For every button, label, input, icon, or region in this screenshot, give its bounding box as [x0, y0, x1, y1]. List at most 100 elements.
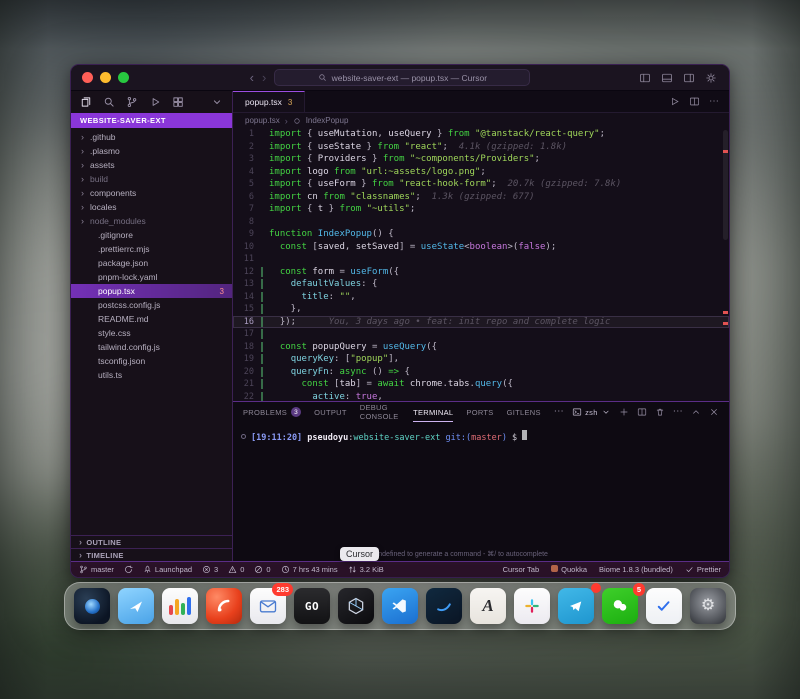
tree-item-popup.tsx[interactable]: popup.tsx3 — [71, 284, 232, 298]
code-editor[interactable]: 1import { useMutation, useQuery } from "… — [233, 128, 729, 401]
code-line[interactable]: 16 }); You, 3 days ago • feat: init repo… — [233, 316, 729, 329]
tree-item-.gitignore[interactable]: .gitignore — [71, 228, 232, 242]
terminal-more-icon[interactable]: ⋯ — [673, 407, 683, 417]
minimize-window-button[interactable] — [100, 72, 111, 83]
status-item-prettier[interactable]: Prettier — [685, 565, 721, 574]
status-item-launchpad[interactable]: Launchpad — [143, 565, 192, 574]
toggle-panel-icon[interactable] — [661, 72, 673, 84]
new-terminal-icon[interactable] — [619, 407, 629, 417]
dock-equalizer-icon[interactable] — [162, 588, 198, 624]
code-line[interactable]: 8 — [233, 216, 729, 229]
code-line[interactable]: 3import { Providers } from "~components/… — [233, 153, 729, 166]
dock-dark-blue-icon[interactable] — [74, 588, 110, 624]
tree-item-node_modules[interactable]: ›node_modules — [71, 214, 232, 228]
chevron-down-icon[interactable] — [211, 96, 223, 108]
code-line[interactable]: 13 defaultValues: { — [233, 278, 729, 291]
tree-item-tsconfig.json[interactable]: tsconfig.json — [71, 354, 232, 368]
panel-tab-gitlens[interactable]: GITLENS — [507, 402, 541, 422]
panel-more-icon[interactable]: ⋯ — [554, 407, 564, 417]
toggle-sidebar-right-icon[interactable] — [683, 72, 695, 84]
dock-cursor-icon[interactable] — [338, 588, 374, 624]
close-panel-icon[interactable] — [709, 407, 719, 417]
panel-tab-ports[interactable]: PORTS — [466, 402, 493, 422]
code-line[interactable]: 21 const [tab] = await chrome.tabs.query… — [233, 378, 729, 391]
tree-item-components[interactable]: ›components — [71, 186, 232, 200]
project-header[interactable]: WEBSITE-SAVER-EXT — [71, 113, 232, 128]
shell-selector[interactable]: zsh — [572, 407, 611, 417]
split-editor-icon[interactable] — [689, 96, 700, 107]
dock-mail-icon[interactable]: 283 — [250, 588, 286, 624]
code-line[interactable]: 5import { useForm } from "react-hook-for… — [233, 178, 729, 191]
code-line[interactable]: 12 const form = useForm({ — [233, 266, 729, 279]
status-item-3-2-kib[interactable]: 3.2 KiB — [348, 565, 384, 574]
panel-tab-terminal[interactable]: TERMINAL — [413, 402, 453, 422]
status-item-cursor-tab[interactable]: Cursor Tab — [503, 565, 540, 574]
status-item-0[interactable]: 0 — [254, 565, 270, 574]
code-line[interactable]: 1import { useMutation, useQuery } from "… — [233, 128, 729, 141]
editor-scrollbar[interactable] — [723, 130, 728, 240]
extensions-icon[interactable] — [172, 96, 184, 108]
source-control-icon[interactable] — [126, 96, 138, 108]
tree-item-README.md[interactable]: README.md — [71, 312, 232, 326]
code-line[interactable]: 18 const popupQuery = useQuery({ — [233, 341, 729, 354]
code-line[interactable]: 6import cn from "classnames"; 1.3k (gzip… — [233, 191, 729, 204]
history-forward-icon[interactable]: › — [262, 71, 266, 84]
tree-item-pnpm-lock.yaml[interactable]: pnpm-lock.yaml — [71, 270, 232, 284]
terminal[interactable]: [19:11:20] pseudoyu:website-saver-ext gi… — [233, 422, 729, 561]
status-item-0[interactable]: 0 — [228, 565, 244, 574]
close-window-button[interactable] — [82, 72, 93, 83]
code-line[interactable]: 4import logo from "url:~assets/logo.png"… — [233, 166, 729, 179]
status-item-3[interactable]: 3 — [202, 565, 218, 574]
toggle-sidebar-left-icon[interactable] — [639, 72, 651, 84]
dock-things-icon[interactable] — [646, 588, 682, 624]
breadcrumb-symbol[interactable]: IndexPopup — [306, 116, 349, 125]
more-actions-icon[interactable]: ⋯ — [709, 97, 719, 107]
code-line[interactable]: 9function IndexPopup() { — [233, 228, 729, 241]
status-item-quokka[interactable]: Quokka — [551, 565, 587, 574]
panel-tab-debug-console[interactable]: DEBUG CONSOLE — [360, 402, 400, 422]
code-line[interactable]: 19 queryKey: ["popup"], — [233, 353, 729, 366]
window-titlebar[interactable]: ‹ › website-saver-ext — popup.tsx — Curs… — [71, 65, 729, 91]
code-line[interactable]: 15 }, — [233, 303, 729, 316]
zoom-window-button[interactable] — [118, 72, 129, 83]
code-line[interactable]: 20 queryFn: async () => { — [233, 366, 729, 379]
status-item-7-hrs-43-mins[interactable]: 7 hrs 43 mins — [281, 565, 338, 574]
command-center-search[interactable]: website-saver-ext — popup.tsx — Cursor — [274, 69, 530, 86]
code-line[interactable]: 17 — [233, 328, 729, 341]
timeline-section[interactable]: › TIMELINE — [71, 548, 232, 561]
tree-item-package.json[interactable]: package.json — [71, 256, 232, 270]
code-line[interactable]: 2import { useState } from "react"; 4.1k … — [233, 141, 729, 154]
dock-arc-icon[interactable]: A — [470, 588, 506, 624]
search-icon[interactable] — [103, 96, 115, 108]
dock-slack-icon[interactable] — [514, 588, 550, 624]
status-item-sync[interactable] — [124, 565, 133, 574]
terminal-prompt-line[interactable]: [19:11:20] pseudoyu:website-saver-ext gi… — [241, 430, 721, 443]
tree-item-locales[interactable]: ›locales — [71, 200, 232, 214]
code-line[interactable]: 11 — [233, 253, 729, 266]
kill-terminal-icon[interactable] — [655, 407, 665, 417]
breadcrumb-file[interactable]: popup.tsx — [245, 116, 280, 125]
code-line[interactable]: 22 active: true, — [233, 391, 729, 402]
dock-settings-icon[interactable]: ⚙ — [690, 588, 726, 624]
status-item-biome-1-8-3-bundled-[interactable]: Biome 1.8.3 (bundled) — [599, 565, 673, 574]
debug-icon[interactable] — [149, 96, 161, 108]
panel-tab-problems[interactable]: PROBLEMS3 — [243, 402, 301, 422]
tab-popup-tsx[interactable]: popup.tsx 3 — [233, 91, 305, 112]
dock-sky-icon[interactable] — [118, 588, 154, 624]
code-line[interactable]: 10 const [saved, setSaved] = useState<bo… — [233, 241, 729, 254]
explorer-icon[interactable] — [80, 96, 92, 108]
tree-item-.prettierrc.mjs[interactable]: .prettierrc.mjs — [71, 242, 232, 256]
tree-item-tailwind.config.js[interactable]: tailwind.config.js — [71, 340, 232, 354]
tree-item-utils.ts[interactable]: utils.ts — [71, 368, 232, 382]
code-line[interactable]: 7import { t } from "~utils"; — [233, 203, 729, 216]
tree-item-postcss.config.js[interactable]: postcss.config.js — [71, 298, 232, 312]
maximize-panel-icon[interactable] — [691, 407, 701, 417]
panel-tab-output[interactable]: OUTPUT — [314, 402, 347, 422]
outline-section[interactable]: › OUTLINE — [71, 535, 232, 548]
tree-item-.plasmo[interactable]: ›.plasmo — [71, 144, 232, 158]
dock-telegram-icon[interactable] — [558, 588, 594, 624]
status-item-master[interactable]: master — [79, 565, 114, 574]
dock-navy-icon[interactable] — [426, 588, 462, 624]
run-file-icon[interactable] — [669, 96, 680, 107]
dock-reeder-icon[interactable] — [206, 588, 242, 624]
